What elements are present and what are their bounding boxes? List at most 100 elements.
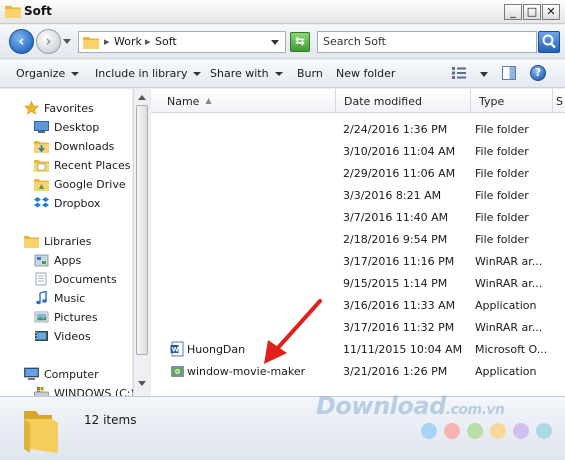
navigation-scrollbar[interactable] [133,89,150,396]
column-header-size[interactable]: S [553,89,565,113]
file-type: File folder [475,167,529,180]
watermark-dot [467,423,483,439]
address-bar[interactable]: ▸ Work ▸ Soft [78,31,286,53]
breadcrumb-separator[interactable]: ▸ [104,35,110,48]
minimize-button[interactable]: _ [504,4,522,20]
videos-library-icon [35,331,48,341]
new-folder-button[interactable]: New folder [336,67,395,80]
column-header-date-modified[interactable]: Date modified [336,89,471,113]
maximize-button[interactable]: □ [523,4,541,20]
column-header-name[interactable]: Name ▲ [151,89,336,113]
command-bar: Organize Include in library Share with B… [0,60,565,88]
file-row[interactable]: 3/10/2016 11:04 AM File folder [151,140,565,162]
nav-videos[interactable]: Videos [0,327,132,346]
watermark-dot [444,423,460,439]
file-row[interactable]: 3/16/2016 11:33 AM Application [151,294,565,316]
watermark-dot [536,423,552,439]
view-options-icon[interactable] [452,67,466,79]
file-row[interactable]: 9/15/2015 1:14 PM WinRAR ar... [151,272,565,294]
file-date-modified: 3/17/2016 11:32 PM [343,321,455,334]
file-date-modified: 3/3/2016 8:21 AM [343,189,442,202]
chevron-down-icon [193,72,202,76]
music-note-icon [36,291,47,305]
nav-apps[interactable]: Apps [0,251,132,270]
file-date-modified: 3/17/2016 11:16 PM [343,255,455,268]
scroll-up-icon[interactable] [138,95,146,100]
breadcrumb-separator[interactable]: ▸ [145,35,151,48]
scrollbar-thumb[interactable] [136,105,148,355]
folder-icon [24,411,58,453]
computer-icon [24,367,39,380]
file-row[interactable]: 2/24/2016 1:36 PM File folder [151,118,565,140]
google-drive-folder-icon [34,179,49,191]
refresh-button[interactable]: ⇆ [290,32,310,52]
folder-icon [83,37,99,49]
file-row[interactable]: 2/29/2016 11:06 AM File folder [151,162,565,184]
share-with-button[interactable]: Share with [210,67,283,80]
nav-dropbox[interactable]: Dropbox [0,194,132,213]
nav-google-drive[interactable]: Google Drive [0,175,132,194]
file-name: window-movie-maker [187,365,306,378]
search-input[interactable]: Search Soft [317,31,537,53]
address-dropdown-icon[interactable] [271,40,279,45]
watermark-dot [513,423,529,439]
chevron-down-icon [71,72,80,76]
file-date-modified: 3/16/2016 11:33 AM [343,299,456,312]
nav-favorites[interactable]: Favorites [0,99,132,118]
file-name: HuongDan [187,343,246,356]
breadcrumb-work[interactable]: Work [114,35,142,48]
nav-music[interactable]: Music [0,289,132,308]
file-type: Microsoft O... [475,343,548,356]
file-date-modified: 3/10/2016 11:04 AM [343,145,456,158]
dropbox-icon [34,197,49,208]
file-row[interactable]: 3/7/2016 11:40 AM File folder [151,206,565,228]
chevron-down-icon [274,72,283,76]
organize-button[interactable]: Organize [16,67,80,80]
word-doc-icon: W [170,341,185,357]
nav-pictures[interactable]: Pictures [0,308,132,327]
nav-desktop[interactable]: Desktop [0,118,132,137]
file-row[interactable]: 3/17/2016 11:32 PM WinRAR ar... [151,316,565,338]
column-header-type[interactable]: Type [471,89,553,113]
preview-pane-icon[interactable] [502,66,516,80]
file-row[interactable]: W HuongDan 11/11/2015 10:04 AM Microsoft O.… [151,338,565,360]
explorer-window: Soft _ □ ✕ ‹ › ▸ Work ▸ Soft ⇆ Search So… [0,0,565,460]
title-bar: Soft _ □ ✕ [0,0,565,24]
scroll-down-icon[interactable] [138,381,146,386]
burn-button[interactable]: Burn [297,67,323,80]
file-date-modified: 3/21/2016 1:26 PM [343,365,448,378]
breadcrumb-soft[interactable]: Soft [155,35,177,48]
close-button[interactable]: ✕ [542,4,560,20]
star-icon [24,101,39,115]
file-row[interactable]: 2/18/2016 9:54 PM File folder [151,228,565,250]
file-row[interactable]: window-movie-maker 3/21/2016 1:26 PM Appli… [151,360,565,382]
nav-libraries[interactable]: Libraries [0,232,132,251]
window-title: Soft [24,4,52,18]
sort-ascending-icon: ▲ [205,96,212,105]
watermark-dot [490,423,506,439]
watermark-logo: Download.com.vn [316,392,505,420]
file-row[interactable]: 3/17/2016 11:16 PM WinRAR ar... [151,250,565,272]
forward-button[interactable]: › [36,29,61,54]
back-button[interactable]: ‹ [9,29,34,54]
folder-icon [5,6,21,18]
search-button[interactable] [538,31,560,53]
desktop-icon [34,121,49,133]
help-icon[interactable]: ? [530,65,546,81]
nav-downloads[interactable]: Downloads [0,137,132,156]
file-row[interactable]: 3/3/2016 8:21 AM File folder [151,184,565,206]
recent-pages-dropdown[interactable] [63,39,71,44]
file-date-modified: 2/29/2016 11:06 AM [343,167,456,180]
nav-computer[interactable]: Computer [0,365,132,384]
file-date-modified: 3/7/2016 11:40 AM [343,211,449,224]
file-list: Name ▲ Date modified Type S 2/24/2016 1:3… [151,89,565,396]
libraries-icon [24,236,39,248]
include-in-library-button[interactable]: Include in library [95,67,202,80]
nav-documents[interactable]: Documents [0,270,132,289]
watermark-dot [421,423,437,439]
recent-places-icon [34,160,49,172]
svg-text:W: W [172,346,179,354]
nav-recent-places[interactable]: Recent Places [0,156,132,175]
view-options-dropdown[interactable] [480,72,488,77]
installer-app-icon [170,363,185,379]
